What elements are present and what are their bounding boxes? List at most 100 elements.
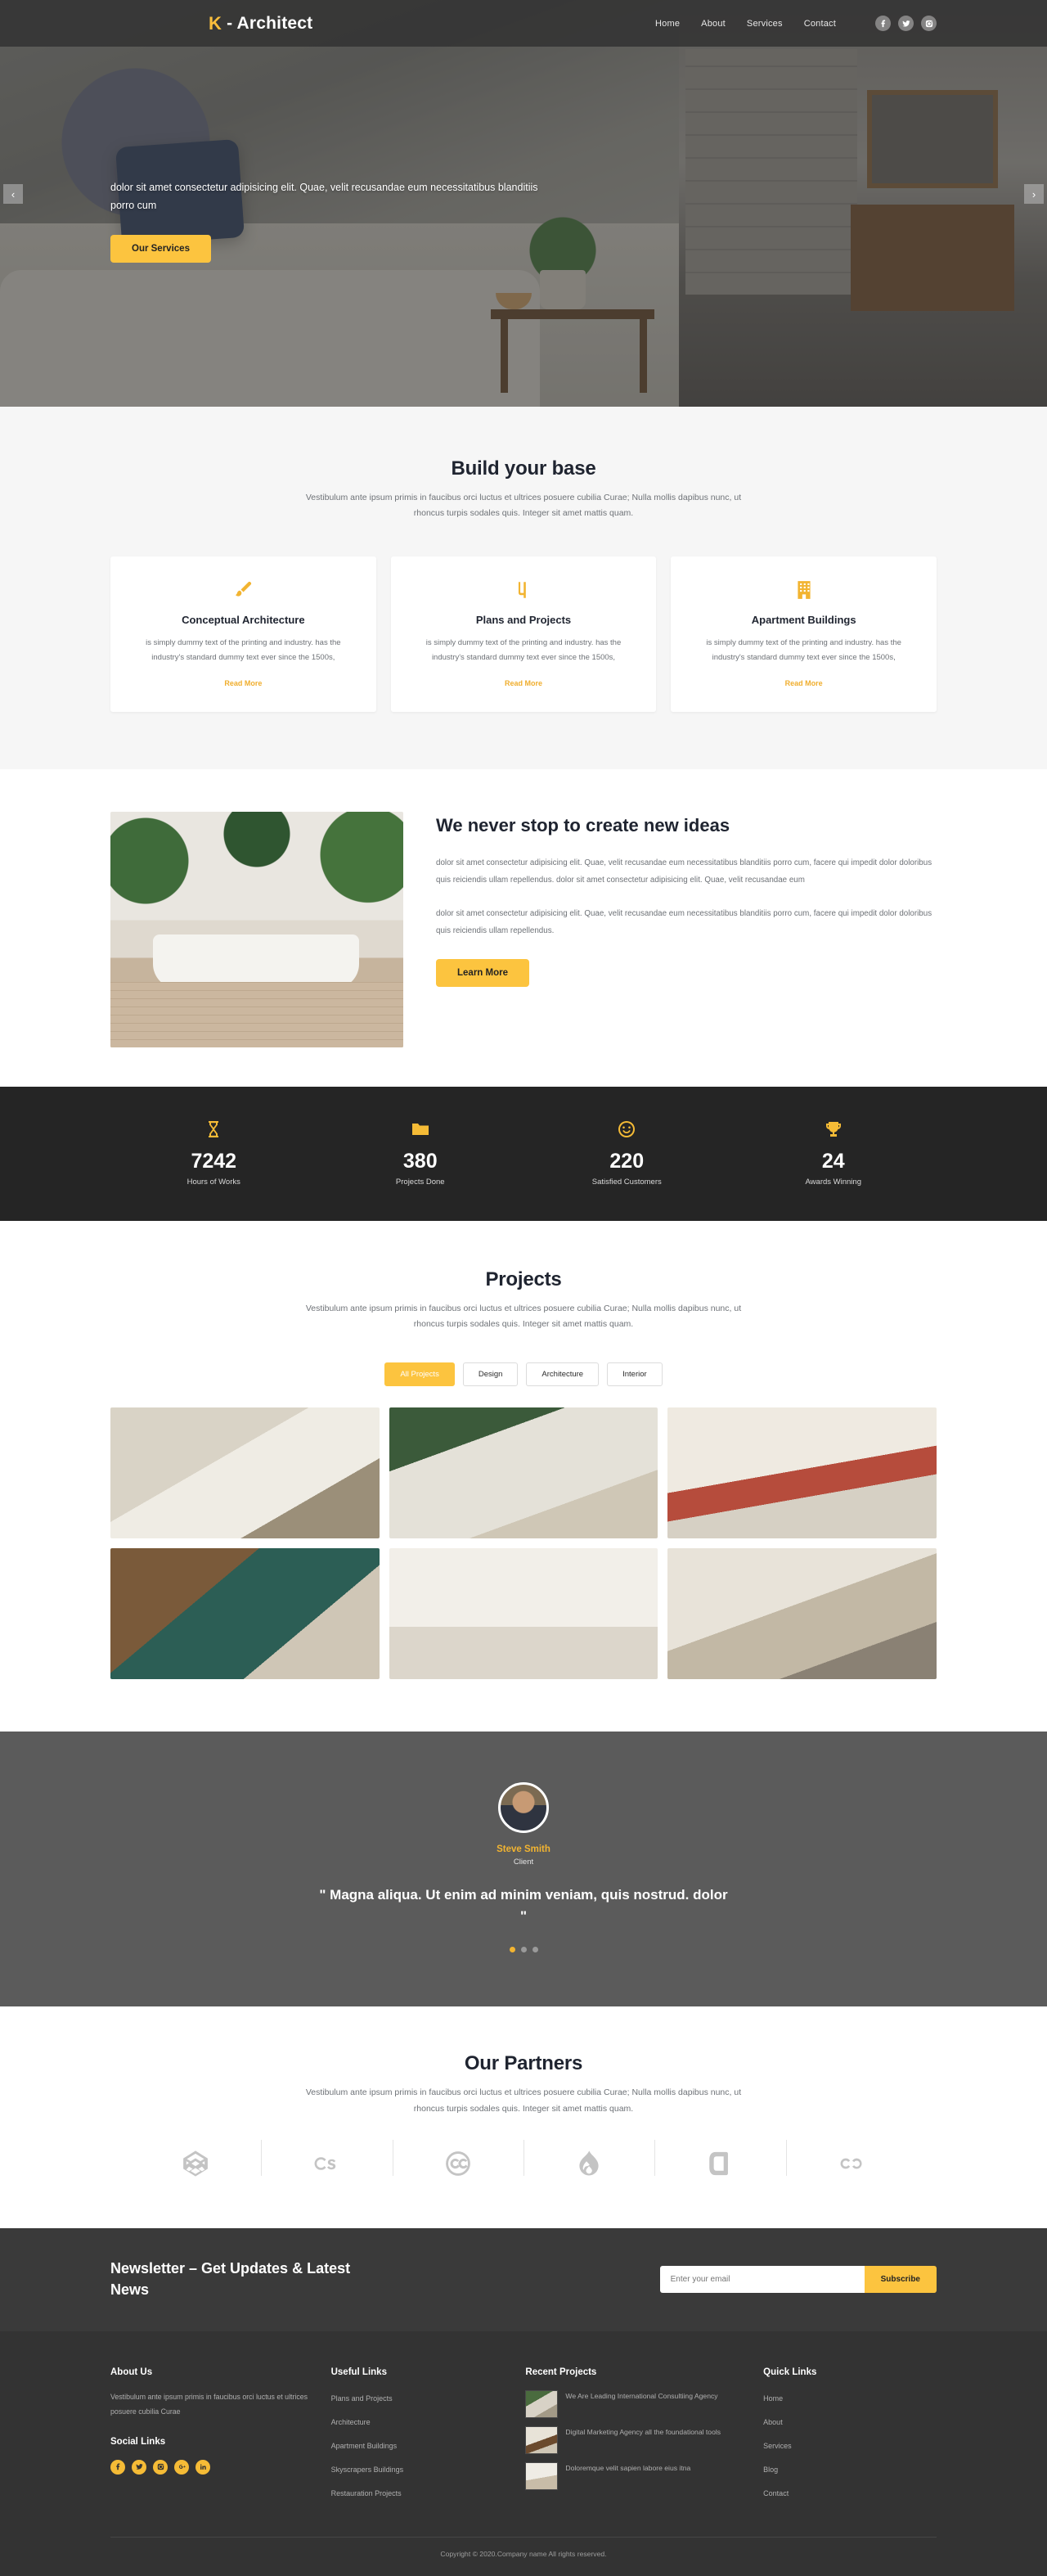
- hero-description: dolor sit amet consectetur adipisicing e…: [110, 182, 538, 211]
- list-item: Plans and Projects: [331, 2390, 505, 2405]
- footer-quick-blog[interactable]: Blog: [763, 2466, 778, 2474]
- codepen-logo-icon[interactable]: [130, 2150, 261, 2177]
- project-tile[interactable]: [110, 1407, 380, 1538]
- nav-item-home[interactable]: Home: [655, 19, 680, 29]
- list-item: Architecture: [331, 2414, 505, 2429]
- read-more-link[interactable]: Read More: [785, 679, 823, 687]
- footer-quick-services[interactable]: Services: [763, 2442, 792, 2450]
- carousel-dot[interactable]: [532, 1947, 538, 1953]
- top-navigation-bar: K - Architect Home About Services Contac…: [0, 0, 1047, 47]
- list-item: Blog: [763, 2461, 937, 2476]
- folder-icon: [317, 1119, 524, 1141]
- stats-section: 7242 Hours of Works 380 Projects Done 22…: [0, 1086, 1047, 1221]
- footer-about-text: Vestibulum ante ipsum primis in faucibus…: [110, 2393, 308, 2416]
- stat-value: 220: [609, 1149, 645, 1173]
- service-card-body: is simply dummy text of the printing and…: [706, 637, 901, 663]
- drafting-plan-icon: [411, 579, 637, 604]
- footer-social-links: [110, 2459, 310, 2475]
- cloudscale-logo-icon[interactable]: [785, 2140, 917, 2177]
- stat-label: Projects Done: [395, 1177, 445, 1187]
- project-tile[interactable]: [667, 1547, 937, 1679]
- lastfm-logo-icon[interactable]: [261, 2140, 392, 2177]
- nav-item-about[interactable]: About: [701, 19, 726, 29]
- footer-link-skyscrapers[interactable]: Skyscrapers Buildings: [331, 2466, 404, 2474]
- main-nav: Home About Services Contact: [655, 19, 836, 29]
- filter-interior[interactable]: Interior: [607, 1362, 663, 1386]
- stat-value: 24: [821, 1149, 845, 1173]
- facebook-icon[interactable]: [110, 2459, 125, 2475]
- recent-project-text: We Are Leading International Consultiing…: [565, 2392, 718, 2401]
- recent-project-text: Doloremque velit sapien labore eius itna: [565, 2464, 691, 2473]
- projects-subtitle: Vestibulum ante ipsum primis in faucibus…: [305, 1303, 742, 1330]
- footer-link-plans[interactable]: Plans and Projects: [331, 2394, 393, 2403]
- dashcube-logo-icon[interactable]: [654, 2140, 785, 2177]
- projects-grid: [110, 1407, 937, 1679]
- site-logo[interactable]: K - Architect: [209, 14, 312, 34]
- testimonial-role: Client: [513, 1857, 534, 1867]
- project-tile[interactable]: [389, 1407, 658, 1538]
- footer-about-title: About Us: [110, 2367, 153, 2378]
- service-card[interactable]: Apartment Buildings is simply dummy text…: [671, 556, 937, 712]
- instagram-icon[interactable]: [153, 2459, 168, 2475]
- drupal-logo-icon[interactable]: [523, 2140, 654, 2177]
- hourglass-icon: [110, 1119, 317, 1141]
- list-item: Apartment Buildings: [331, 2438, 505, 2452]
- footer-quick-about[interactable]: About: [763, 2418, 783, 2426]
- footer-link-apartment[interactable]: Apartment Buildings: [331, 2442, 398, 2450]
- filter-architecture[interactable]: Architecture: [526, 1362, 600, 1386]
- hero-prev-button[interactable]: ‹: [3, 184, 23, 204]
- smiley-icon: [524, 1119, 730, 1141]
- facebook-icon[interactable]: [875, 16, 891, 31]
- service-card[interactable]: Conceptual Architecture is simply dummy …: [110, 556, 376, 712]
- stat-value: 7242: [191, 1149, 237, 1173]
- learn-more-button[interactable]: Learn More: [436, 958, 529, 987]
- partners-title: Our Partners: [464, 2052, 583, 2075]
- filter-design[interactable]: Design: [462, 1362, 519, 1386]
- footer-link-architecture[interactable]: Architecture: [331, 2418, 371, 2426]
- filter-all-projects[interactable]: All Projects: [384, 1362, 455, 1386]
- stat-label: Satisfied Customers: [591, 1177, 662, 1187]
- recent-project-item[interactable]: Digital Marketing Agency all the foundat…: [525, 2426, 742, 2455]
- our-services-button[interactable]: Our Services: [110, 234, 211, 263]
- project-tile[interactable]: [389, 1547, 658, 1679]
- email-input[interactable]: [659, 2265, 865, 2293]
- google-plus-icon[interactable]: [174, 2459, 189, 2475]
- service-card-body: is simply dummy text of the printing and…: [425, 637, 622, 663]
- carousel-dot[interactable]: [509, 1947, 515, 1953]
- service-cards: Conceptual Architecture is simply dummy …: [110, 556, 937, 712]
- avatar: [498, 1781, 549, 1833]
- footer-quick-title: Quick Links: [763, 2367, 817, 2378]
- instagram-icon[interactable]: [921, 16, 937, 31]
- stat-item: 24 Awards Winning: [730, 1119, 937, 1187]
- project-tile[interactable]: [110, 1547, 380, 1679]
- build-subtitle: Vestibulum ante ipsum primis in faucibus…: [305, 493, 742, 519]
- twitter-icon[interactable]: [898, 16, 914, 31]
- project-filters: All Projects Design Architecture Interio…: [110, 1362, 937, 1386]
- creative-commons-logo-icon[interactable]: [392, 2140, 524, 2177]
- hero-next-button[interactable]: ›: [1024, 184, 1044, 204]
- project-thumbnail: [525, 2462, 559, 2491]
- footer-useful-title: Useful Links: [330, 2367, 387, 2378]
- twitter-icon[interactable]: [132, 2459, 146, 2475]
- footer-quick-contact[interactable]: Contact: [763, 2489, 789, 2497]
- nav-item-contact[interactable]: Contact: [804, 19, 836, 29]
- project-thumbnail: [525, 2390, 559, 2419]
- recent-project-item[interactable]: We Are Leading International Consultiing…: [525, 2390, 742, 2419]
- service-card[interactable]: Plans and Projects is simply dummy text …: [390, 556, 657, 712]
- project-tile[interactable]: [667, 1407, 937, 1538]
- trophy-icon: [730, 1119, 937, 1141]
- ideas-paragraph-2: dolor sit amet consectetur adipisicing e…: [436, 908, 932, 935]
- carousel-dot[interactable]: [520, 1947, 527, 1953]
- linkedin-icon[interactable]: [195, 2459, 210, 2475]
- recent-project-text: Digital Marketing Agency all the foundat…: [565, 2428, 721, 2437]
- subscribe-button[interactable]: Subscribe: [864, 2265, 937, 2293]
- footer-about-column: About Us Vestibulum ante ipsum primis in…: [110, 2367, 310, 2509]
- ideas-paragraph-1: dolor sit amet consectetur adipisicing e…: [436, 858, 932, 885]
- footer-quick-home[interactable]: Home: [763, 2394, 783, 2403]
- recent-project-item[interactable]: Doloremque velit sapien labore eius itna: [525, 2462, 742, 2491]
- read-more-link[interactable]: Read More: [224, 679, 262, 687]
- nav-item-services[interactable]: Services: [747, 19, 783, 29]
- read-more-link[interactable]: Read More: [505, 679, 542, 687]
- build-your-base-section: Build your base Vestibulum ante ipsum pr…: [0, 407, 1047, 769]
- footer-link-restauration[interactable]: Restauration Projects: [331, 2489, 402, 2497]
